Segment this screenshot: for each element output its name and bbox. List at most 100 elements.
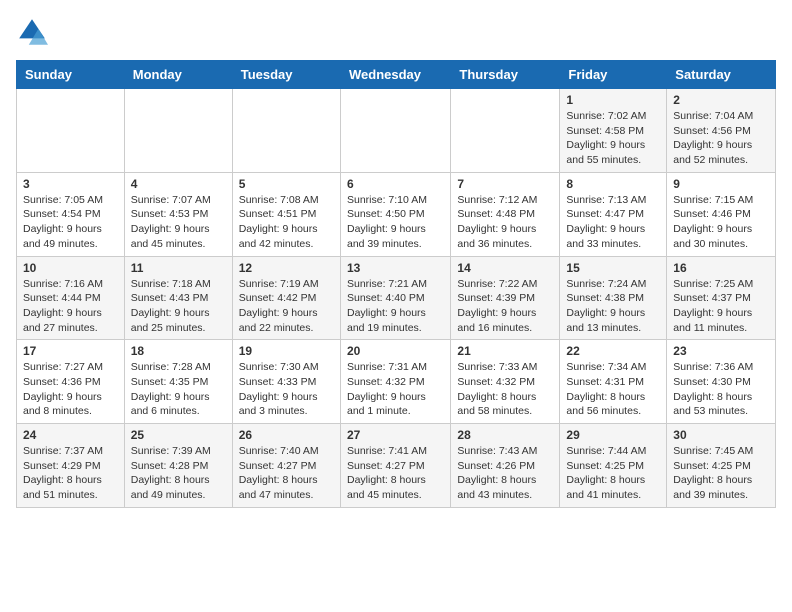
calendar-week-3: 10Sunrise: 7:16 AM Sunset: 4:44 PM Dayli… [17, 256, 776, 340]
day-number: 25 [131, 428, 226, 442]
calendar-cell: 7 Sunrise: 7:12 AM Sunset: 4:48 PM Daylig… [451, 172, 560, 256]
logo-icon [16, 16, 48, 48]
day-number: 8 [566, 177, 660, 191]
calendar-cell: 27 Sunrise: 7:41 AM Sunset: 4:27 PM Dayli… [340, 424, 450, 508]
day-number: 20 [347, 344, 444, 358]
day-info: Sunrise: 7:15 AM Sunset: 4:46 PM Dayligh… [673, 193, 769, 252]
calendar-cell: 30 Sunrise: 7:45 AM Sunset: 4:25 PM Dayli… [667, 424, 776, 508]
day-number: 11 [131, 261, 226, 275]
weekday-header-thursday: Thursday [451, 61, 560, 89]
day-info: Sunrise: 7:05 AM Sunset: 4:54 PM Dayligh… [23, 193, 118, 252]
weekday-header-saturday: Saturday [667, 61, 776, 89]
calendar-week-4: 17Sunrise: 7:27 AM Sunset: 4:36 PM Dayli… [17, 340, 776, 424]
calendar-cell: 15 Sunrise: 7:24 AM Sunset: 4:38 PM Dayli… [560, 256, 667, 340]
day-number: 13 [347, 261, 444, 275]
day-info: Sunrise: 7:30 AM Sunset: 4:33 PM Dayligh… [239, 360, 334, 419]
day-info: Sunrise: 7:27 AM Sunset: 4:36 PM Dayligh… [23, 360, 118, 419]
day-number: 19 [239, 344, 334, 358]
day-number: 6 [347, 177, 444, 191]
calendar-cell: 14 Sunrise: 7:22 AM Sunset: 4:39 PM Dayli… [451, 256, 560, 340]
day-info: Sunrise: 7:34 AM Sunset: 4:31 PM Dayligh… [566, 360, 660, 419]
calendar-cell: 16 Sunrise: 7:25 AM Sunset: 4:37 PM Dayli… [667, 256, 776, 340]
calendar-cell: 21 Sunrise: 7:33 AM Sunset: 4:32 PM Dayli… [451, 340, 560, 424]
calendar-cell: 4 Sunrise: 7:07 AM Sunset: 4:53 PM Daylig… [124, 172, 232, 256]
day-info: Sunrise: 7:40 AM Sunset: 4:27 PM Dayligh… [239, 444, 334, 503]
logo [16, 16, 52, 48]
day-number: 1 [566, 93, 660, 107]
calendar-cell: 26 Sunrise: 7:40 AM Sunset: 4:27 PM Dayli… [232, 424, 340, 508]
day-info: Sunrise: 7:02 AM Sunset: 4:58 PM Dayligh… [566, 109, 660, 168]
day-number: 7 [457, 177, 553, 191]
calendar-cell: 8 Sunrise: 7:13 AM Sunset: 4:47 PM Daylig… [560, 172, 667, 256]
day-info: Sunrise: 7:36 AM Sunset: 4:30 PM Dayligh… [673, 360, 769, 419]
day-info: Sunrise: 7:19 AM Sunset: 4:42 PM Dayligh… [239, 277, 334, 336]
day-number: 30 [673, 428, 769, 442]
day-number: 24 [23, 428, 118, 442]
day-number: 26 [239, 428, 334, 442]
day-info: Sunrise: 7:04 AM Sunset: 4:56 PM Dayligh… [673, 109, 769, 168]
calendar-cell [340, 89, 450, 173]
calendar-cell [17, 89, 125, 173]
calendar-cell: 18 Sunrise: 7:28 AM Sunset: 4:35 PM Dayli… [124, 340, 232, 424]
day-info: Sunrise: 7:22 AM Sunset: 4:39 PM Dayligh… [457, 277, 553, 336]
day-info: Sunrise: 7:21 AM Sunset: 4:40 PM Dayligh… [347, 277, 444, 336]
day-number: 12 [239, 261, 334, 275]
day-info: Sunrise: 7:25 AM Sunset: 4:37 PM Dayligh… [673, 277, 769, 336]
day-info: Sunrise: 7:31 AM Sunset: 4:32 PM Dayligh… [347, 360, 444, 419]
calendar-cell: 28 Sunrise: 7:43 AM Sunset: 4:26 PM Dayli… [451, 424, 560, 508]
weekday-header-row: SundayMondayTuesdayWednesdayThursdayFrid… [17, 61, 776, 89]
day-number: 28 [457, 428, 553, 442]
calendar-cell [232, 89, 340, 173]
day-info: Sunrise: 7:37 AM Sunset: 4:29 PM Dayligh… [23, 444, 118, 503]
day-number: 9 [673, 177, 769, 191]
calendar-cell: 25Sunrise: 7:39 AM Sunset: 4:28 PM Dayli… [124, 424, 232, 508]
calendar-table: SundayMondayTuesdayWednesdayThursdayFrid… [16, 60, 776, 508]
day-number: 15 [566, 261, 660, 275]
calendar-cell: 5Sunrise: 7:08 AM Sunset: 4:51 PM Daylig… [232, 172, 340, 256]
calendar-cell: 29 Sunrise: 7:44 AM Sunset: 4:25 PM Dayli… [560, 424, 667, 508]
day-number: 2 [673, 93, 769, 107]
calendar-cell: 12 Sunrise: 7:19 AM Sunset: 4:42 PM Dayli… [232, 256, 340, 340]
day-number: 10 [23, 261, 118, 275]
calendar-cell: 13 Sunrise: 7:21 AM Sunset: 4:40 PM Dayli… [340, 256, 450, 340]
day-info: Sunrise: 7:43 AM Sunset: 4:26 PM Dayligh… [457, 444, 553, 503]
day-info: Sunrise: 7:24 AM Sunset: 4:38 PM Dayligh… [566, 277, 660, 336]
day-number: 4 [131, 177, 226, 191]
day-number: 16 [673, 261, 769, 275]
day-number: 23 [673, 344, 769, 358]
day-info: Sunrise: 7:07 AM Sunset: 4:53 PM Dayligh… [131, 193, 226, 252]
day-info: Sunrise: 7:28 AM Sunset: 4:35 PM Dayligh… [131, 360, 226, 419]
day-info: Sunrise: 7:41 AM Sunset: 4:27 PM Dayligh… [347, 444, 444, 503]
weekday-header-monday: Monday [124, 61, 232, 89]
calendar-cell: 24 Sunrise: 7:37 AM Sunset: 4:29 PM Dayli… [17, 424, 125, 508]
calendar-week-2: 3 Sunrise: 7:05 AM Sunset: 4:54 PM Daylig… [17, 172, 776, 256]
calendar-cell: 3 Sunrise: 7:05 AM Sunset: 4:54 PM Daylig… [17, 172, 125, 256]
calendar-cell: 23 Sunrise: 7:36 AM Sunset: 4:30 PM Dayli… [667, 340, 776, 424]
calendar-cell [451, 89, 560, 173]
calendar-cell [124, 89, 232, 173]
day-info: Sunrise: 7:12 AM Sunset: 4:48 PM Dayligh… [457, 193, 553, 252]
day-number: 22 [566, 344, 660, 358]
day-info: Sunrise: 7:08 AM Sunset: 4:51 PM Dayligh… [239, 193, 334, 252]
calendar-cell: 17Sunrise: 7:27 AM Sunset: 4:36 PM Dayli… [17, 340, 125, 424]
day-number: 27 [347, 428, 444, 442]
calendar-cell: 11Sunrise: 7:18 AM Sunset: 4:43 PM Dayli… [124, 256, 232, 340]
calendar-cell: 1 Sunrise: 7:02 AM Sunset: 4:58 PM Daylig… [560, 89, 667, 173]
day-info: Sunrise: 7:33 AM Sunset: 4:32 PM Dayligh… [457, 360, 553, 419]
weekday-header-friday: Friday [560, 61, 667, 89]
day-info: Sunrise: 7:13 AM Sunset: 4:47 PM Dayligh… [566, 193, 660, 252]
calendar-cell: 10Sunrise: 7:16 AM Sunset: 4:44 PM Dayli… [17, 256, 125, 340]
calendar-week-5: 24 Sunrise: 7:37 AM Sunset: 4:29 PM Dayli… [17, 424, 776, 508]
day-number: 18 [131, 344, 226, 358]
day-number: 14 [457, 261, 553, 275]
day-number: 21 [457, 344, 553, 358]
day-number: 3 [23, 177, 118, 191]
day-info: Sunrise: 7:45 AM Sunset: 4:25 PM Dayligh… [673, 444, 769, 503]
calendar-cell: 19 Sunrise: 7:30 AM Sunset: 4:33 PM Dayli… [232, 340, 340, 424]
calendar-cell: 2 Sunrise: 7:04 AM Sunset: 4:56 PM Daylig… [667, 89, 776, 173]
weekday-header-wednesday: Wednesday [340, 61, 450, 89]
day-info: Sunrise: 7:44 AM Sunset: 4:25 PM Dayligh… [566, 444, 660, 503]
calendar-week-1: 1 Sunrise: 7:02 AM Sunset: 4:58 PM Daylig… [17, 89, 776, 173]
calendar-cell: 6Sunrise: 7:10 AM Sunset: 4:50 PM Daylig… [340, 172, 450, 256]
day-number: 29 [566, 428, 660, 442]
